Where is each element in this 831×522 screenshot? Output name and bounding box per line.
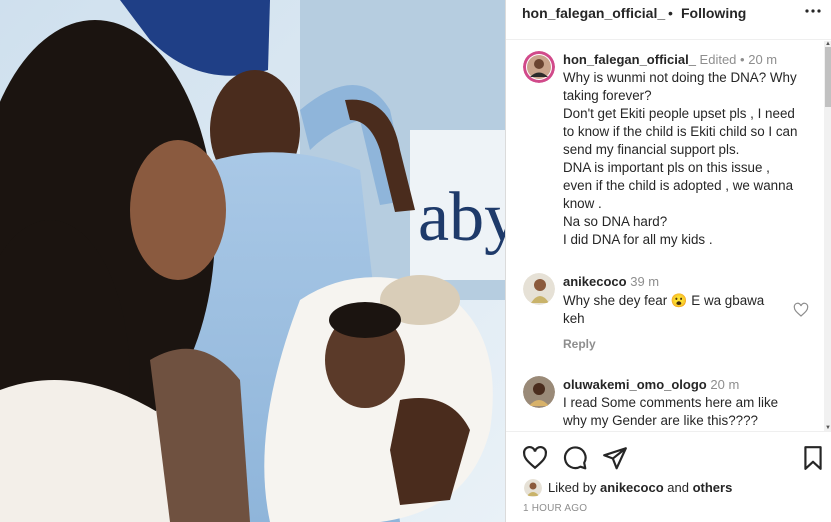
comment-avatar-anikecoco[interactable] xyxy=(523,273,555,305)
comments-scrollbar[interactable]: ▲ ▼ xyxy=(824,41,831,431)
caption-username[interactable]: hon_falegan_official_ xyxy=(563,52,696,67)
caption-line: know . xyxy=(563,196,602,211)
caption-line: Na so DNA hard? xyxy=(563,214,668,229)
caption-text: Why is wunmi not doing the DNA? Why taki… xyxy=(563,69,813,249)
caption-time: 20 m xyxy=(748,52,778,67)
comment-text: Why she dey fear 😮 E wa gbawa keh xyxy=(563,292,813,328)
comment-reply-button[interactable]: Reply xyxy=(563,337,596,351)
liked-by-avatar xyxy=(524,479,542,497)
scrollbar-thumb[interactable] xyxy=(825,47,831,107)
comment-avatar-oluwakemi[interactable] xyxy=(523,376,555,408)
header-separator: • xyxy=(668,5,673,21)
comment-line: keh xyxy=(563,311,585,326)
banner-text: aby xyxy=(418,179,505,256)
comment-text: I read Some comments here am like why my… xyxy=(563,394,813,430)
liked-by-and: and xyxy=(667,480,689,495)
comment-time: 39 m xyxy=(630,274,660,289)
caption-author-avatar[interactable] xyxy=(523,51,555,83)
post-photo[interactable]: aby xyxy=(0,0,505,522)
more-options-icon[interactable] xyxy=(804,2,822,20)
caption-line: taking forever? xyxy=(563,88,652,103)
caption-line: DNA is important pls on this issue , xyxy=(563,160,770,175)
caption-line: Don't get Ekiti people upset pls , I nee… xyxy=(563,106,795,121)
liked-by-others[interactable]: others xyxy=(693,480,733,495)
liked-by-prefix: Liked by xyxy=(548,480,597,495)
caption-line: even if the child is adopted , we wanna xyxy=(563,178,794,193)
post-actions-bar: Liked by anikecoco and others 1 HOUR AGO xyxy=(506,431,831,522)
caption-line: I did DNA for all my kids . xyxy=(563,232,713,247)
comments-list[interactable]: hon_falegan_official_ Edited • 20 m Why … xyxy=(506,41,831,431)
share-icon[interactable] xyxy=(602,445,628,471)
post-header: hon_falegan_official_ • Following xyxy=(506,0,831,40)
caption-header: hon_falegan_official_ Edited • 20 m xyxy=(563,51,777,69)
comment-username[interactable]: anikecoco xyxy=(563,274,627,289)
comment-icon[interactable] xyxy=(562,445,588,471)
photo-illustration: aby xyxy=(0,0,505,522)
caption-bullet: • xyxy=(740,52,745,67)
like-heart-icon[interactable] xyxy=(522,445,548,471)
caption-line: send my financial support pls. xyxy=(563,142,740,157)
comment-line: Why she dey fear 😮 E wa gbawa xyxy=(563,293,765,308)
comment-time: 20 m xyxy=(710,377,740,392)
post-side-panel: hon_falegan_official_ • Following hon_fa… xyxy=(505,0,831,522)
liked-by-text: Liked by anikecoco and others xyxy=(548,480,732,495)
liked-by-username[interactable]: anikecoco xyxy=(600,480,664,495)
comment-line: I read Some comments here am like xyxy=(563,395,779,410)
post-timestamp[interactable]: 1 HOUR AGO xyxy=(523,503,587,514)
comment-username[interactable]: oluwakemi_omo_ologo xyxy=(563,377,707,392)
comment-header: anikecoco 39 m xyxy=(563,273,659,291)
caption-line: Why is wunmi not doing the DNA? Why xyxy=(563,70,797,85)
bookmark-icon[interactable] xyxy=(800,445,826,471)
post-author-username[interactable]: hon_falegan_official_ xyxy=(522,5,665,21)
comment-header: oluwakemi_omo_ologo 20 m xyxy=(563,376,739,394)
caption-line: to know if the child is Ekiti child so I… xyxy=(563,124,798,139)
following-button[interactable]: Following xyxy=(681,5,746,21)
like-comment-heart-icon[interactable] xyxy=(793,302,809,318)
comment-line: why my Gender are like this???? xyxy=(563,413,759,428)
caption-edited-label: Edited xyxy=(699,52,737,67)
